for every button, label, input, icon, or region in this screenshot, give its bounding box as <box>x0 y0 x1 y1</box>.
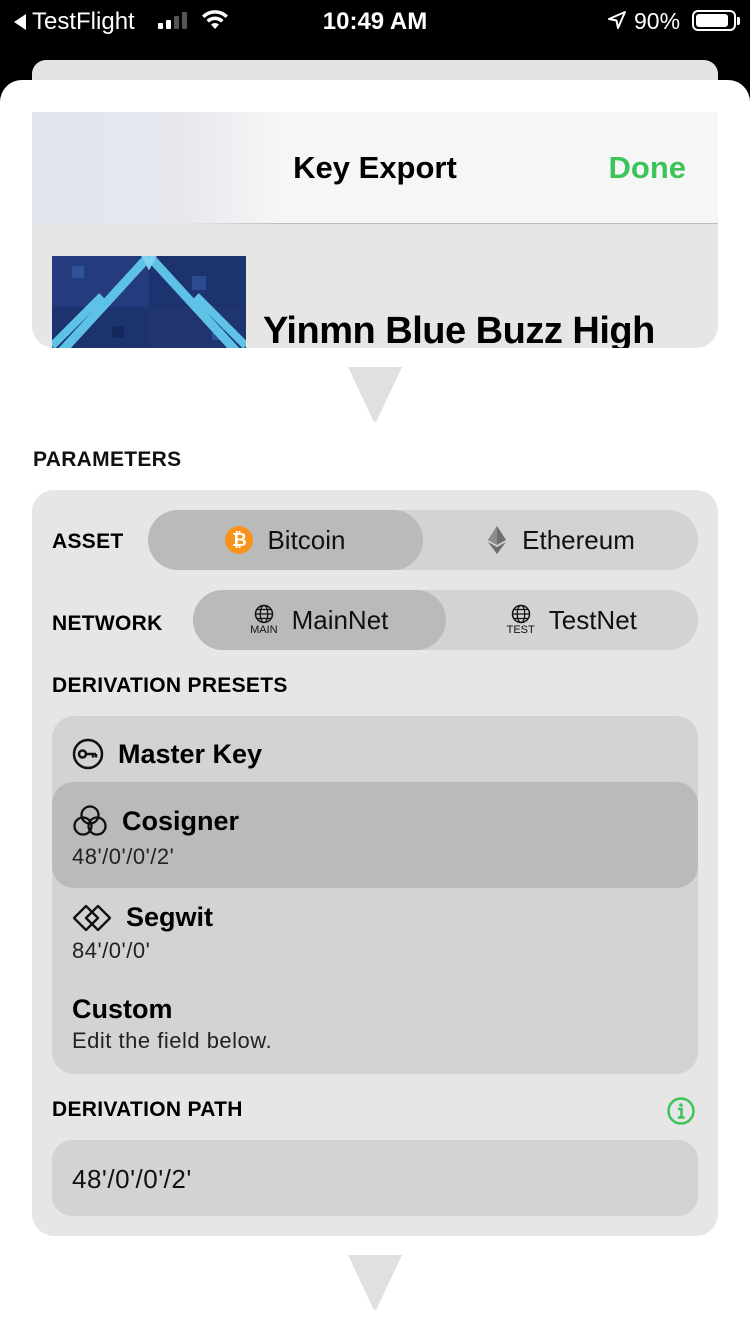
preset-title: Custom <box>72 994 173 1025</box>
globe-main-icon: MAIN <box>250 604 278 636</box>
segwit-icon <box>72 904 112 931</box>
derivation-path-label: DERIVATION PATH <box>52 1098 243 1121</box>
derivation-presets-label: DERIVATION PRESETS <box>52 674 288 697</box>
preset-title: Master Key <box>72 738 262 770</box>
key-lifehash-image <box>52 256 246 348</box>
flow-down-arrow-icon <box>348 367 402 422</box>
cosigner-icon <box>73 805 107 836</box>
preset-title-text: Segwit <box>126 902 214 932</box>
asset-option-bitcoin[interactable]: ₿ Bitcoin <box>148 510 423 570</box>
preset-master-key[interactable]: Master Key <box>52 716 698 782</box>
asset-option-ethereum[interactable]: Ethereum <box>423 510 698 570</box>
key-export-sheet: Yinmn Blue Buzz High Key Export Done PAR… <box>0 80 750 1334</box>
preset-title-text: Master Key <box>118 738 263 769</box>
preset-subtitle: Edit the field below. <box>72 1028 273 1053</box>
key-icon <box>72 738 104 770</box>
derivation-presets-list: Master Key Cosigner 48'/0'/0'/2' Segwit … <box>52 716 698 1074</box>
battery-icon <box>692 10 740 31</box>
network-option-testnet[interactable]: TEST TestNet <box>446 590 699 650</box>
parameters-card: ASSET ₿ Bitcoin Ethereum NETWORK MAIN Ma… <box>32 490 718 1236</box>
key-name: Yinmn Blue Buzz High <box>263 310 655 348</box>
preset-title-text: Custom <box>72 994 173 1024</box>
network-option-mainnet[interactable]: MAIN MainNet <box>193 590 446 650</box>
network-caption: MAIN <box>250 624 278 636</box>
asset-option-label: Bitcoin <box>267 524 346 555</box>
asset-option-label: Ethereum <box>522 524 635 555</box>
done-button[interactable]: Done <box>609 150 687 186</box>
preset-title-text: Cosigner <box>122 805 240 836</box>
network-option-label: TestNet <box>548 604 637 635</box>
preset-cosigner[interactable]: Cosigner 48'/0'/0'/2' <box>52 782 698 888</box>
network-caption: TEST <box>506 624 535 636</box>
derivation-path-field[interactable]: 48'/0'/0'/2' <box>52 1140 698 1216</box>
network-segmented-control: MAIN MainNet TEST TestNet <box>193 590 698 650</box>
preset-subtitle: 48'/0'/0'/2' <box>72 844 175 869</box>
globe-test-icon: TEST <box>507 604 535 636</box>
bitcoin-icon: ₿ <box>225 526 254 554</box>
network-label: NETWORK <box>52 612 163 635</box>
battery-percent: 90% <box>634 8 681 34</box>
preset-title: Segwit <box>72 902 213 933</box>
info-icon[interactable] <box>666 1096 696 1126</box>
preset-custom[interactable]: Custom Edit the field below. <box>52 982 698 1074</box>
ethereum-icon <box>488 526 507 554</box>
status-bar: TestFlight 10:49 AM 90% <box>0 0 750 42</box>
flow-down-arrow-icon <box>348 1255 402 1310</box>
location-arrow-icon <box>608 11 626 29</box>
navigation-bar: Key Export Done <box>32 112 718 224</box>
network-option-label: MainNet <box>291 604 389 635</box>
asset-label: ASSET <box>52 530 124 553</box>
asset-segmented-control: ₿ Bitcoin Ethereum <box>148 510 698 570</box>
preset-title: Cosigner <box>72 804 239 838</box>
preset-subtitle: 84'/0'/0' <box>72 938 151 963</box>
preset-segwit[interactable]: Segwit 84'/0'/0' <box>52 888 698 982</box>
parameters-heading: PARAMETERS <box>33 448 182 471</box>
